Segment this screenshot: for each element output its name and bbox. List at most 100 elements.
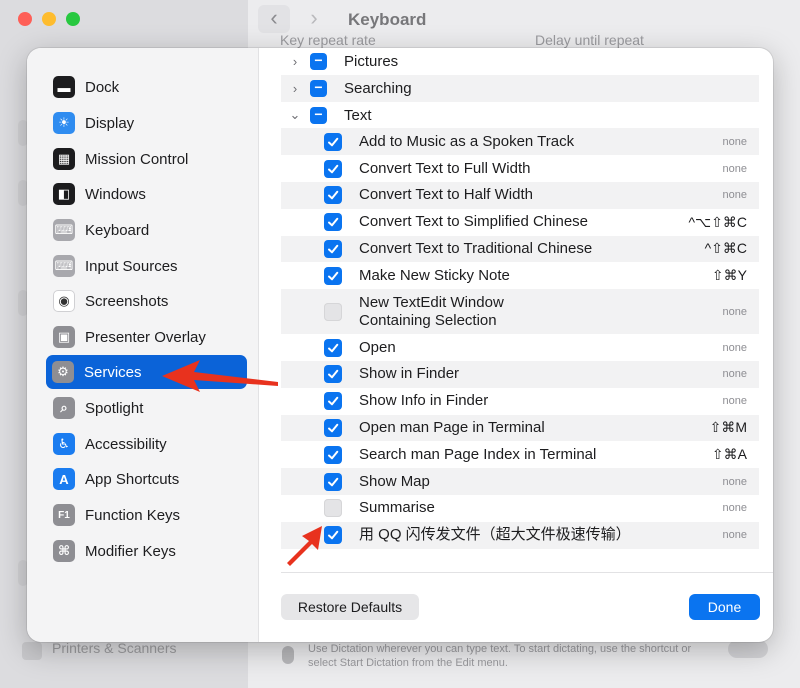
service-item-row[interactable]: Convert Text to Full Width none xyxy=(281,155,759,182)
group-mixed-checkbox[interactable]: − xyxy=(310,79,327,97)
service-item-row[interactable]: Convert Text to Traditional Chinese ^⇧⌘C xyxy=(281,235,759,263)
checkmark-icon xyxy=(328,244,339,254)
sidebar-item-label: Function Keys xyxy=(85,506,181,524)
sidebar-item-accessibility[interactable]: ♿ Accessibility xyxy=(47,427,247,461)
service-item-row[interactable]: 用 QQ 闪传发文件（超大文件极速传输） none xyxy=(281,521,759,549)
service-shortcut[interactable]: none xyxy=(723,342,747,354)
service-checkbox-unchecked[interactable] xyxy=(324,499,342,518)
service-item-row[interactable]: Show Map none xyxy=(281,468,759,495)
service-checkbox-checked[interactable] xyxy=(324,239,342,258)
service-shortcut[interactable]: ⇧⌘Y xyxy=(712,267,747,284)
sidebar-item-app-shortcuts[interactable]: A App Shortcuts xyxy=(47,462,247,496)
input-sources-icon: ⌨ xyxy=(53,255,75,277)
zoom-window-button[interactable] xyxy=(66,12,80,26)
checkmark-icon xyxy=(328,217,339,227)
service-checkbox-checked[interactable] xyxy=(324,365,342,384)
service-item-label: Convert Text to Half Width xyxy=(359,186,533,204)
sidebar-item-label: Display xyxy=(85,114,135,132)
sidebar-item-screenshots[interactable]: ◉ Screenshots xyxy=(47,284,247,318)
sidebar-item-mission-control[interactable]: ▦ Mission Control xyxy=(47,142,247,176)
service-checkbox-checked[interactable] xyxy=(324,186,342,205)
service-item-row[interactable]: Summarise none xyxy=(281,495,759,522)
service-shortcut[interactable]: none xyxy=(723,529,747,541)
checkmark-icon xyxy=(328,423,339,433)
service-checkbox-checked[interactable] xyxy=(324,392,342,411)
service-item-row[interactable]: Open man Page in Terminal ⇧⌘M xyxy=(281,414,759,442)
sidebar-item-dock[interactable]: ▬ Dock xyxy=(47,70,247,104)
sidebar-item-windows[interactable]: ◧ Windows xyxy=(47,177,247,211)
service-checkbox-unchecked[interactable] xyxy=(324,302,342,321)
service-checkbox-checked[interactable] xyxy=(324,159,342,178)
minimize-window-button[interactable] xyxy=(42,12,56,26)
shortcuts-sidebar: ▬ Dock ☀ Display ▦ Mission Control ◧ Windows ⌨ Ke… xyxy=(27,48,259,642)
title-bar: ‹ › Keyboard xyxy=(0,0,800,40)
service-shortcut[interactable]: none xyxy=(723,368,747,380)
service-checkbox-checked[interactable] xyxy=(324,213,342,232)
service-item-row[interactable]: Make New Sticky Note ⇧⌘Y xyxy=(281,262,759,289)
sidebar-item-spotlight[interactable]: ⌕ Spotlight xyxy=(47,391,247,425)
service-checkbox-checked[interactable] xyxy=(324,526,342,545)
dictation-toggle[interactable] xyxy=(728,640,768,658)
restore-defaults-button[interactable]: Restore Defaults xyxy=(281,594,419,620)
service-item-row[interactable]: Convert Text to Simplified Chinese ^⌥⇧⌘C xyxy=(281,209,759,236)
service-shortcut[interactable]: ^⇧⌘C xyxy=(705,240,747,257)
service-shortcut[interactable]: ^⌥⇧⌘C xyxy=(688,214,747,231)
service-item-label: Convert Text to Traditional Chinese xyxy=(359,239,593,257)
service-group-pictures[interactable]: › − Pictures xyxy=(281,48,759,75)
sidebar-item-keyboard[interactable]: ⌨ Keyboard xyxy=(47,213,247,247)
service-item-row[interactable]: Show in Finder none xyxy=(281,361,759,388)
group-mixed-checkbox[interactable]: − xyxy=(310,53,327,70)
app-shortcuts-icon: A xyxy=(53,468,75,490)
sidebar-item-services[interactable]: ⚙ Services xyxy=(46,355,247,389)
forward-button[interactable]: › xyxy=(298,5,330,33)
display-icon: ☀ xyxy=(53,112,75,134)
delay-until-repeat-label: Delay until repeat xyxy=(535,32,644,48)
service-item-row[interactable]: New TextEdit Window Containing Selection n… xyxy=(281,289,759,335)
microphone-icon xyxy=(282,646,294,664)
sidebar-item-display[interactable]: ☀ Display xyxy=(47,106,247,140)
service-group-text[interactable]: ⌄ − Text xyxy=(281,102,759,129)
sidebar-item-modifier-keys[interactable]: ⌘ Modifier Keys xyxy=(47,534,247,568)
service-item-row[interactable]: Convert Text to Half Width none xyxy=(281,182,759,209)
service-shortcut[interactable]: none xyxy=(723,395,747,407)
service-checkbox-checked[interactable] xyxy=(324,266,342,285)
done-button[interactable]: Done xyxy=(689,594,760,620)
service-item-label: Summarise xyxy=(359,499,435,517)
checkmark-icon xyxy=(328,164,339,173)
chevron-right-icon[interactable]: › xyxy=(289,54,301,69)
service-checkbox-checked[interactable] xyxy=(324,445,342,464)
service-shortcut[interactable]: none xyxy=(723,502,747,514)
service-item-row[interactable]: Open none xyxy=(281,334,759,361)
sidebar-item-presenter-overlay[interactable]: ▣ Presenter Overlay xyxy=(47,320,247,354)
footer-divider xyxy=(281,572,773,573)
service-item-row[interactable]: Show Info in Finder none xyxy=(281,388,759,415)
sidebar-item-input-sources[interactable]: ⌨ Input Sources xyxy=(47,249,247,283)
screenshots-icon: ◉ xyxy=(53,290,75,312)
chevron-down-icon[interactable]: ⌄ xyxy=(289,107,301,123)
service-item-row[interactable]: Search man Page Index in Terminal ⇧⌘A xyxy=(281,441,759,468)
back-button[interactable]: ‹ xyxy=(258,5,290,33)
checkmark-icon xyxy=(328,271,339,281)
close-window-button[interactable] xyxy=(18,12,32,26)
checkmark-icon xyxy=(328,396,339,406)
service-group-searching[interactable]: › − Searching xyxy=(281,75,759,102)
service-checkbox-checked[interactable] xyxy=(324,338,342,357)
service-checkbox-checked[interactable] xyxy=(324,418,342,437)
chevron-right-icon[interactable]: › xyxy=(289,81,301,96)
sidebar-item-function-keys[interactable]: F1 Function Keys xyxy=(47,498,247,532)
service-shortcut[interactable]: none xyxy=(723,189,747,201)
service-shortcut[interactable]: ⇧⌘A xyxy=(712,446,747,463)
service-shortcut[interactable]: none xyxy=(723,306,747,318)
service-shortcut[interactable]: none xyxy=(723,163,747,175)
group-mixed-checkbox[interactable]: − xyxy=(310,106,327,124)
sidebar-item-printers-scanners[interactable]: Printers & Scanners xyxy=(52,640,177,656)
service-shortcut[interactable]: none xyxy=(723,136,747,148)
service-item-label-line1: New TextEdit Window xyxy=(359,293,504,311)
service-item-row[interactable]: Add to Music as a Spoken Track none xyxy=(281,128,759,156)
service-checkbox-checked[interactable] xyxy=(324,132,342,151)
service-checkbox-checked[interactable] xyxy=(324,472,342,491)
service-shortcut[interactable]: none xyxy=(723,476,747,488)
checkmark-icon xyxy=(328,530,339,540)
service-item-label: Show Map xyxy=(359,472,430,490)
service-shortcut[interactable]: ⇧⌘M xyxy=(710,419,747,436)
